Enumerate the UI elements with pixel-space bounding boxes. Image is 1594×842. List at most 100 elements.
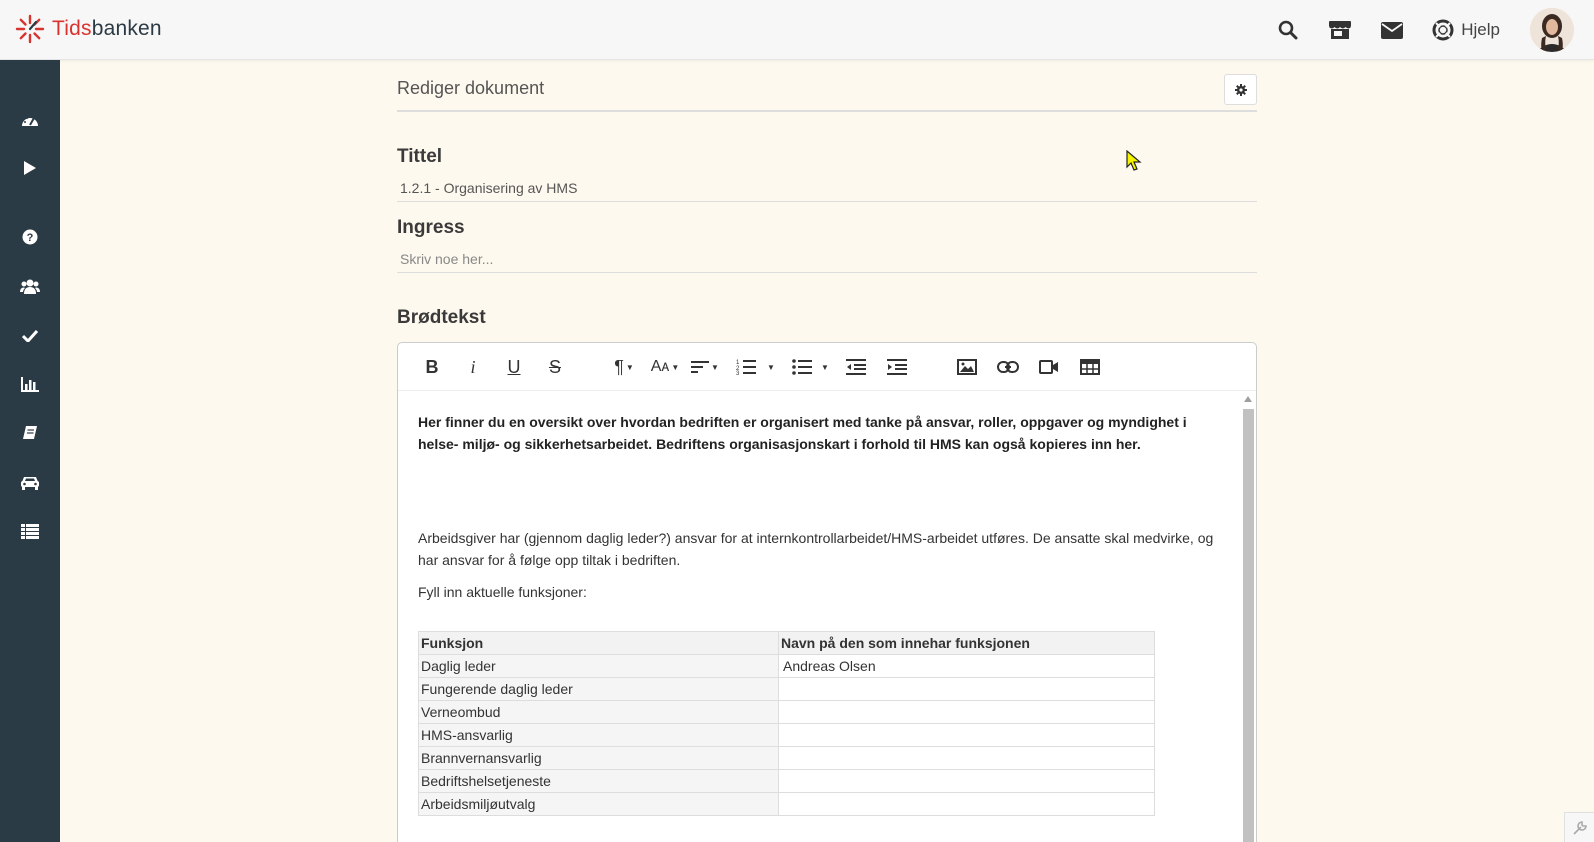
avatar[interactable]: [1530, 8, 1574, 52]
store-icon[interactable]: [1328, 18, 1352, 42]
help-link[interactable]: Hjelp: [1432, 19, 1500, 41]
paragraph-icon: ¶: [614, 356, 624, 377]
font-size-button[interactable]: Aᴀ ▼: [648, 355, 682, 379]
ordered-list-dropdown[interactable]: ▼: [764, 355, 776, 379]
table-row: Daglig leder Andreas Olsen: [418, 654, 1155, 678]
strikethrough-icon: S: [548, 356, 561, 377]
editor-scrollbar[interactable]: [1242, 393, 1254, 842]
sidebar-item-tasks[interactable]: [0, 315, 60, 355]
insert-video-button[interactable]: [1037, 355, 1061, 379]
mail-icon[interactable]: [1380, 18, 1404, 42]
indent-icon: [887, 359, 907, 375]
logo-text: Tidsbanken: [52, 17, 162, 40]
sidebar-item-users[interactable]: [0, 266, 60, 306]
table-cell[interactable]: [778, 677, 1155, 701]
table-cell[interactable]: Bedriftshelsetjeneste: [418, 769, 779, 793]
table-row: Fungerende daglig leder: [418, 677, 1155, 701]
table-cell[interactable]: [778, 746, 1155, 770]
table-cell[interactable]: [778, 769, 1155, 793]
table-header-cell[interactable]: Navn på den som innehar funksjonen: [778, 631, 1155, 655]
caret-down-icon: ▼: [671, 362, 680, 372]
table-icon: [1080, 359, 1100, 375]
table-cell[interactable]: [778, 700, 1155, 724]
align-left-icon: [691, 361, 710, 373]
table-header-row: Funksjon Navn på den som innehar funksjo…: [418, 631, 1155, 655]
editor-toolbar: B i U S ¶ ▼ Aᴀ ▼ ▼ 123 ▼ ▼: [398, 343, 1256, 391]
corner-tool-button[interactable]: [1564, 812, 1594, 842]
body-label: Brødtekst: [397, 307, 486, 328]
align-button[interactable]: ▼: [688, 355, 722, 379]
strikethrough-button[interactable]: S: [543, 355, 567, 379]
body-paragraph: Arbeidsgiver har (gjennom daglig leder?)…: [418, 527, 1213, 571]
table-cell[interactable]: Andreas Olsen: [778, 654, 1155, 678]
svg-text:3: 3: [736, 371, 740, 375]
settings-button[interactable]: [1224, 74, 1257, 105]
underline-icon: U: [507, 356, 521, 377]
unordered-list-dropdown[interactable]: ▼: [818, 355, 830, 379]
caret-down-icon: ▼: [711, 362, 719, 372]
underline-button[interactable]: U: [502, 355, 526, 379]
paragraph-format-button[interactable]: ¶ ▼: [608, 355, 640, 379]
unordered-list-button[interactable]: [790, 355, 814, 379]
play-icon: [24, 161, 36, 175]
top-bar: Tidsbanken Hjelp: [0, 0, 1594, 60]
sidebar-item-dashboard[interactable]: [0, 100, 60, 140]
functions-table: Funksjon Navn på den som innehar funksjo…: [418, 631, 1155, 816]
mouse-cursor-icon: [1126, 150, 1142, 171]
sidebar-item-play[interactable]: [0, 148, 60, 188]
sidebar-item-help[interactable]: ?: [0, 217, 60, 257]
table-cell[interactable]: Verneombud: [418, 700, 779, 724]
ordered-list-icon: 123: [736, 360, 756, 375]
sidebar-item-vehicles[interactable]: [0, 462, 60, 502]
paragraph-line: har ansvar for å følge opp tiltak i bedr…: [418, 552, 681, 568]
title-input[interactable]: [397, 174, 1257, 202]
scroll-thumb[interactable]: [1243, 409, 1254, 842]
intro-line: helse- miljø- og sikkerhetsarbeidet. Bed…: [418, 436, 1141, 452]
check-icon: [22, 329, 38, 342]
rich-text-editor[interactable]: B i U S ¶ ▼ Aᴀ ▼ ▼ 123 ▼ ▼ Her finner du…: [397, 342, 1257, 842]
table-header-cell[interactable]: Funksjon: [418, 631, 779, 655]
table-cell[interactable]: Arbeidsmiljøutvalg: [418, 792, 779, 816]
question-icon: ?: [22, 229, 38, 245]
paragraph-line: Arbeidsgiver har (gjennom daglig leder?)…: [418, 530, 1214, 546]
ingress-label: Ingress: [397, 217, 465, 238]
italic-button[interactable]: i: [461, 355, 485, 379]
table-cell[interactable]: [778, 723, 1155, 747]
sidebar: ?: [0, 60, 60, 842]
table-row: Bedriftshelsetjeneste: [418, 769, 1155, 793]
link-icon: [997, 361, 1019, 373]
table-cell[interactable]: Fungerende daglig leder: [418, 677, 779, 701]
insert-link-button[interactable]: [996, 355, 1020, 379]
lifebuoy-icon: [1432, 19, 1454, 41]
book-icon: [23, 426, 37, 439]
sidebar-item-reports[interactable]: [0, 364, 60, 404]
insert-table-button[interactable]: [1078, 355, 1102, 379]
table-row: Verneombud: [418, 700, 1155, 724]
table-cell[interactable]: Daglig leder: [418, 654, 779, 678]
logo[interactable]: Tidsbanken: [14, 13, 162, 45]
italic-icon: i: [470, 356, 476, 377]
ingress-input[interactable]: [397, 245, 1257, 273]
caret-down-icon: ▼: [821, 362, 829, 372]
users-icon: [20, 279, 40, 294]
page-title: Rediger dokument: [397, 78, 545, 98]
intro-text: Her finner du en oversikt over hvordan b…: [418, 411, 1187, 455]
table-cell[interactable]: Brannvernansvarlig: [418, 746, 779, 770]
bold-button[interactable]: B: [420, 355, 444, 379]
logo-icon: [15, 14, 45, 44]
table-cell[interactable]: [778, 792, 1155, 816]
scroll-up-arrow[interactable]: [1244, 396, 1252, 402]
table-row: Arbeidsmiljøutvalg: [418, 792, 1155, 816]
search-icon[interactable]: [1276, 18, 1300, 42]
font-size-icon: Aᴀ: [650, 358, 670, 375]
instruction-text: Fyll inn aktuelle funksjoner:: [418, 584, 587, 600]
table-cell[interactable]: HMS-ansvarlig: [418, 723, 779, 747]
sidebar-item-handbook[interactable]: [0, 413, 60, 453]
indent-button[interactable]: [885, 355, 909, 379]
insert-image-button[interactable]: [955, 355, 979, 379]
ordered-list-button[interactable]: 123: [734, 355, 758, 379]
wrench-icon: [1572, 820, 1587, 835]
gear-icon: [1234, 83, 1247, 96]
outdent-button[interactable]: [844, 355, 868, 379]
sidebar-item-list[interactable]: [0, 511, 60, 551]
